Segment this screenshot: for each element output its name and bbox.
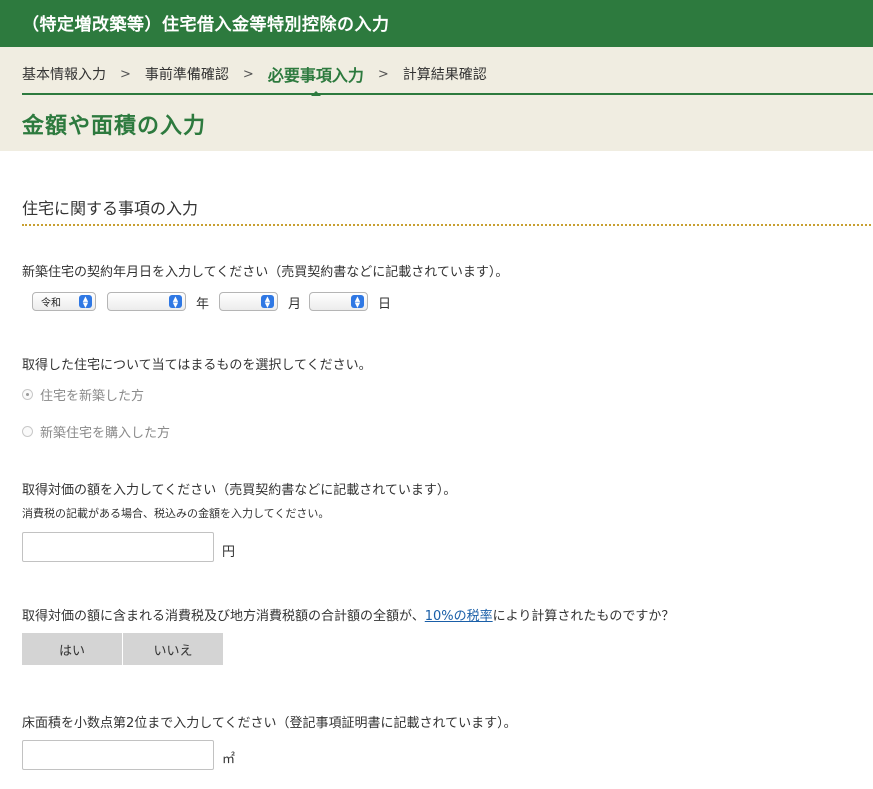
radio-label: 新築住宅を購入した方 <box>40 426 171 441</box>
floor-area-unit: ㎡ <box>222 752 236 767</box>
yes-button[interactable]: はい <box>22 633 122 665</box>
price-note: 消費税の記載がある場合、税込みの金額を入力してください。 <box>22 507 330 520</box>
floor-area-question: 床面積を小数点第2位まで入力してください（登記事項証明書に記載されています）。 <box>22 716 517 731</box>
tax-rate-link[interactable]: 10%の税率 <box>425 609 493 624</box>
price-unit: 円 <box>222 545 236 560</box>
chevron-updown-icon: ▲ ▼ <box>169 295 182 309</box>
section-divider <box>22 224 871 226</box>
acquisition-type-question: 取得した住宅について当てはまるものを選択してください。 <box>22 358 372 373</box>
chevron-right-icon: > <box>242 66 254 82</box>
contract-date-question: 新築住宅の契約年月日を入力してください（売買契約書などに記載されています）。 <box>22 265 509 280</box>
chevron-right-icon: > <box>120 66 131 82</box>
step-basic-info: 基本情報入力 <box>22 67 106 83</box>
era-select[interactable]: 令和 ▲ ▼ <box>32 292 96 311</box>
app-title: （特定増改築等）住宅借入金等特別控除の入力 <box>22 15 390 35</box>
month-unit: 月 <box>288 297 302 312</box>
step-divider <box>22 93 873 95</box>
step-result: 計算結果確認 <box>402 67 487 83</box>
floor-area-input[interactable] <box>22 740 214 770</box>
step-indicator: 基本情報入力 > 事前準備確認 > 必要事項入力 > 計算結果確認 <box>22 62 487 96</box>
step-required-input: 必要事項入力 <box>268 62 364 96</box>
no-button[interactable]: いいえ <box>123 633 223 665</box>
radio-button-checked[interactable] <box>22 389 33 400</box>
chevron-right-icon: > <box>377 66 389 82</box>
day-select[interactable]: ▲ ▼ <box>309 292 368 311</box>
step-preparation: 事前準備確認 <box>144 67 229 83</box>
radio-new-build[interactable]: 住宅を新築した方 <box>22 385 144 404</box>
tax-rate-question: 取得対価の額に含まれる消費税及び地方消費税額の合計額の全額が、10%の税率により… <box>22 605 674 624</box>
price-question: 取得対価の額を入力してください（売買契約書などに記載されています）。 <box>22 483 457 498</box>
chevron-updown-icon: ▲ ▼ <box>351 295 364 309</box>
tax-rate-question-after: により計算されたものですか？ <box>492 609 675 624</box>
year-unit: 年 <box>196 297 210 312</box>
price-input[interactable] <box>22 532 214 562</box>
year-select[interactable]: ▲ ▼ <box>107 292 186 311</box>
era-select-value: 令和 <box>41 298 61 309</box>
radio-purchase-new[interactable]: 新築住宅を購入した方 <box>22 422 170 441</box>
section-title: 住宅に関する事項の入力 <box>22 199 199 218</box>
app-header: （特定増改築等）住宅借入金等特別控除の入力 <box>0 0 873 47</box>
page-title: 金額や面積の入力 <box>22 114 207 139</box>
month-select[interactable]: ▲ ▼ <box>219 292 278 311</box>
day-unit: 日 <box>378 297 392 312</box>
tax-rate-question-before: 取得対価の額に含まれる消費税及び地方消費税額の合計額の全額が、 <box>22 609 425 624</box>
chevron-updown-icon: ▲ ▼ <box>79 295 92 309</box>
radio-label: 住宅を新築した方 <box>40 389 145 404</box>
chevron-updown-icon: ▲ ▼ <box>261 295 274 309</box>
radio-button[interactable] <box>22 426 33 437</box>
